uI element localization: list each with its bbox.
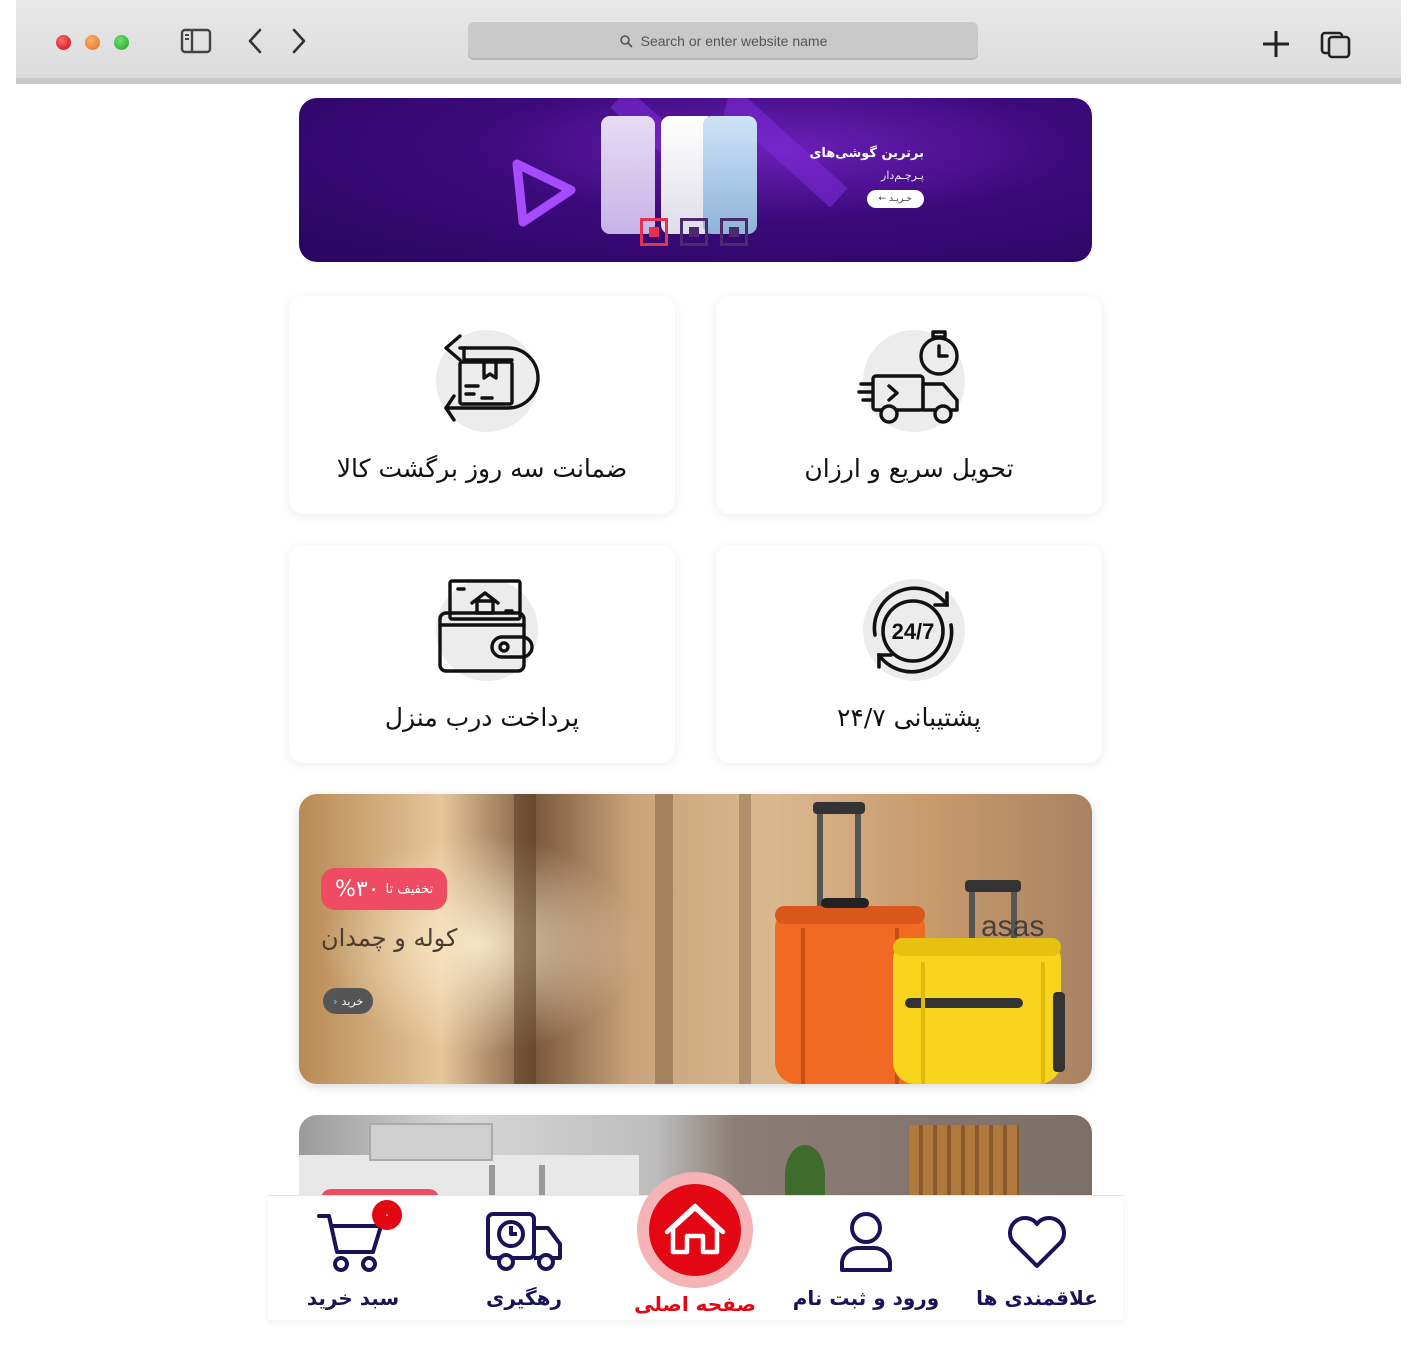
feature-label-cod: پرداخت درب منزل (384, 703, 580, 732)
promo-buy-label: خرید (341, 994, 364, 1008)
forward-arrow-icon[interactable] (288, 26, 310, 56)
chevron-left-icon: ‹ (333, 994, 338, 1008)
close-window-button[interactable] (56, 35, 71, 50)
nav-tracking[interactable]: رهگیری (439, 1196, 609, 1320)
feature-label-delivery: تحویل سریع و ارزان (804, 454, 1014, 483)
hero-title: برترین گوشی‌های (809, 146, 925, 161)
carousel-indicator-3[interactable] (720, 218, 748, 246)
address-bar-placeholder: Search or enter website name (640, 33, 828, 49)
nav-favorites-label: علاقمندی ها (976, 1286, 1098, 1310)
heart-icon (1008, 1216, 1066, 1268)
discount-badge: تخفیف تا %۳۰ (321, 868, 448, 910)
wallet-icon (438, 579, 534, 673)
tracking-truck-icon (486, 1212, 562, 1271)
feature-card-support: 24/7 پشتیبانی ۲۴/۷ (716, 545, 1102, 763)
nav-cart[interactable]: ۰ سبد خرید (268, 1196, 438, 1320)
feature-label-support: پشتیبانی ۲۴/۷ (837, 703, 981, 732)
watermark-text: asas (981, 910, 1045, 943)
svg-text:24/7: 24/7 (892, 619, 935, 644)
nav-cart-label: سبد خرید (306, 1286, 400, 1310)
discount-value: %۳۰ (335, 876, 380, 902)
address-bar[interactable]: Search or enter website name (468, 22, 978, 60)
promo-buy-button[interactable]: خرید ‹ (323, 988, 374, 1014)
nav-home[interactable]: صفحه اصلی (610, 1172, 780, 1320)
minimize-window-button[interactable] (85, 35, 100, 50)
phone-lavender-image (601, 116, 655, 234)
phone-blue-image (703, 116, 757, 234)
play-triangle-decoration (512, 159, 576, 227)
nav-tracking-label: رهگیری (486, 1286, 562, 1310)
carousel-indicator-2[interactable] (680, 218, 708, 246)
cart-count-badge: ۰ (372, 1200, 402, 1230)
tabs-overview-icon[interactable] (1319, 26, 1353, 60)
maximize-window-button[interactable] (114, 35, 129, 50)
search-icon (619, 35, 633, 48)
promo-title: کوله و چمدان (321, 924, 458, 952)
feature-card-return: ضمانت سه روز برگشت کالا (289, 296, 675, 514)
nav-home-label: صفحه اصلی (634, 1292, 756, 1316)
luggage-promo-banner[interactable]: asas تخفیف تا %۳۰ کوله و چمدان خرید ‹ (299, 794, 1092, 1084)
feature-card-cod: پرداخت درب منزل (289, 545, 675, 763)
new-tab-plus-icon[interactable] (1261, 26, 1291, 60)
hero-banner[interactable]: برترین گوشی‌های پـرچـم‌دار خـریـد ← (299, 98, 1092, 262)
discount-prefix: تخفیف تا (385, 881, 434, 897)
feature-label-return: ضمانت سه روز برگشت کالا (336, 454, 628, 483)
home-icon (664, 1203, 726, 1255)
nav-login-label: ورود و ثبت نام (792, 1286, 940, 1310)
back-arrow-icon[interactable] (244, 26, 266, 56)
support-24-7-icon: 24/7 (872, 586, 954, 674)
browser-toolbar: Search or enter website name (16, 0, 1401, 84)
user-icon (840, 1212, 892, 1272)
return-box-icon (444, 334, 540, 422)
hero-text-block: برترین گوشی‌های پـرچـم‌دار خـریـد ← (809, 146, 925, 208)
nav-favorites[interactable]: علاقمندی ها (952, 1196, 1122, 1320)
feature-card-delivery: تحویل سریع و ارزان (716, 296, 1102, 514)
hero-buy-label: خـریـد (888, 194, 912, 204)
hero-buy-button[interactable]: خـریـد ← (866, 190, 924, 208)
sidebar-toggle-icon[interactable] (180, 26, 212, 56)
arrow-left-icon: ← (878, 194, 887, 204)
hero-subtitle: پـرچـم‌دار (881, 169, 924, 182)
nav-login[interactable]: ورود و ثبت نام (781, 1196, 951, 1320)
delivery-truck-icon (857, 330, 959, 424)
carousel-indicator-1[interactable] (640, 218, 668, 246)
bottom-navigation: علاقمندی ها ورود و ثبت نام صفحه اصلی رهگ… (268, 1172, 1123, 1320)
